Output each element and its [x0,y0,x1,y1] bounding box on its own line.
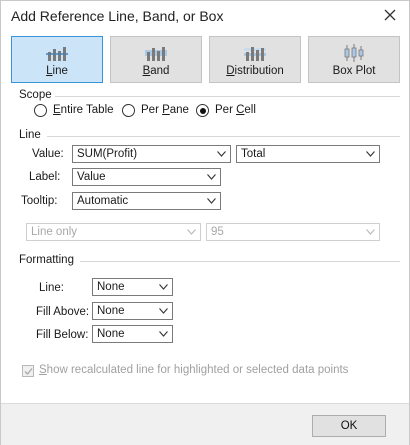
radio-indicator [122,104,135,117]
chevron-down-icon [159,284,168,290]
dialog-title: Add Reference Line, Band, or Box [11,8,224,24]
fill-below-select[interactable]: None [92,325,173,343]
show-recalculated-label: Show recalculated line for highlighted o… [39,364,349,376]
fill-below-label: Fill Below: [36,329,89,341]
fill-above-select[interactable]: None [92,302,173,320]
chevron-down-icon [207,198,216,204]
scope-heading: Scope [19,89,52,101]
tab-band-label: Band [142,65,170,77]
line-heading: Line [19,129,41,141]
fill-below-select-text: None [97,328,125,340]
dialog-footer: OK [1,403,409,445]
distribution-icon [243,43,267,63]
value-label: Value: [32,148,64,160]
tab-band[interactable]: Band [110,36,202,83]
scope-per-cell-radio[interactable]: Per Cell [196,103,260,119]
tab-line-label: Line [46,65,68,77]
aggregation-select[interactable]: Total [236,145,380,163]
formatting-line-label: Line: [39,282,64,294]
scope-divider [55,96,400,97]
add-reference-line-dialog: Add Reference Line, Band, or Box Line Ba… [0,0,410,445]
close-icon[interactable] [381,6,399,24]
tab-box-plot-label: Box Plot [332,65,376,77]
ok-button[interactable]: OK [312,415,386,437]
aggregation-select-text: Total [241,148,266,160]
formatting-line-select-text: None [97,281,125,293]
reference-band-icon [144,43,168,63]
chevron-down-icon [159,331,168,337]
reference-type-tabs: Line Band Distribution Box Plot [11,36,403,84]
radio-label: Per Cell [215,104,256,116]
formatting-divider [80,261,400,262]
chevron-down-icon [366,151,375,157]
value-select-text: SUM(Profit) [77,148,138,160]
scope-entire-table-radio[interactable]: Entire Table [34,103,116,119]
formatting-heading: Formatting [19,254,74,266]
checkmark-icon [24,368,33,375]
tooltip-select-text: Automatic [77,195,129,207]
tab-distribution-label: Distribution [226,65,284,77]
line-divider [47,136,400,137]
chevron-down-icon [217,151,226,157]
formatting-line-select[interactable]: None [92,278,173,296]
fill-above-select-text: None [97,305,125,317]
chevron-down-icon [187,229,196,235]
label-select-text: Value [77,171,106,183]
title-bar: Add Reference Line, Band, or Box [1,1,409,31]
box-plot-icon [342,43,366,63]
tooltip-label: Tooltip: [21,195,58,207]
tab-distribution[interactable]: Distribution [209,36,301,83]
radio-label: Entire Table [53,104,114,116]
confidence-level-select-text: 95 [211,226,224,238]
fill-above-label: Fill Above: [36,306,90,318]
show-recalculated-checkbox [22,365,34,377]
label-select[interactable]: Value [72,168,221,186]
radio-label: Per Pane [141,104,189,116]
confidence-interval-select-text: Line only [31,226,78,238]
reference-line-icon [45,43,69,63]
scope-per-pane-radio[interactable]: Per Pane [122,103,190,119]
value-select[interactable]: SUM(Profit) [72,145,231,163]
confidence-level-select: 95 [206,223,380,241]
confidence-interval-select: Line only [26,223,201,241]
tooltip-select[interactable]: Automatic [72,192,221,210]
tab-line[interactable]: Line [11,36,103,83]
chevron-down-icon [159,308,168,314]
radio-indicator [34,104,47,117]
chevron-down-icon [366,229,375,235]
radio-indicator-selected [196,104,209,117]
chevron-down-icon [207,174,216,180]
label-label: Label: [29,171,61,183]
tab-box-plot[interactable]: Box Plot [308,36,400,83]
